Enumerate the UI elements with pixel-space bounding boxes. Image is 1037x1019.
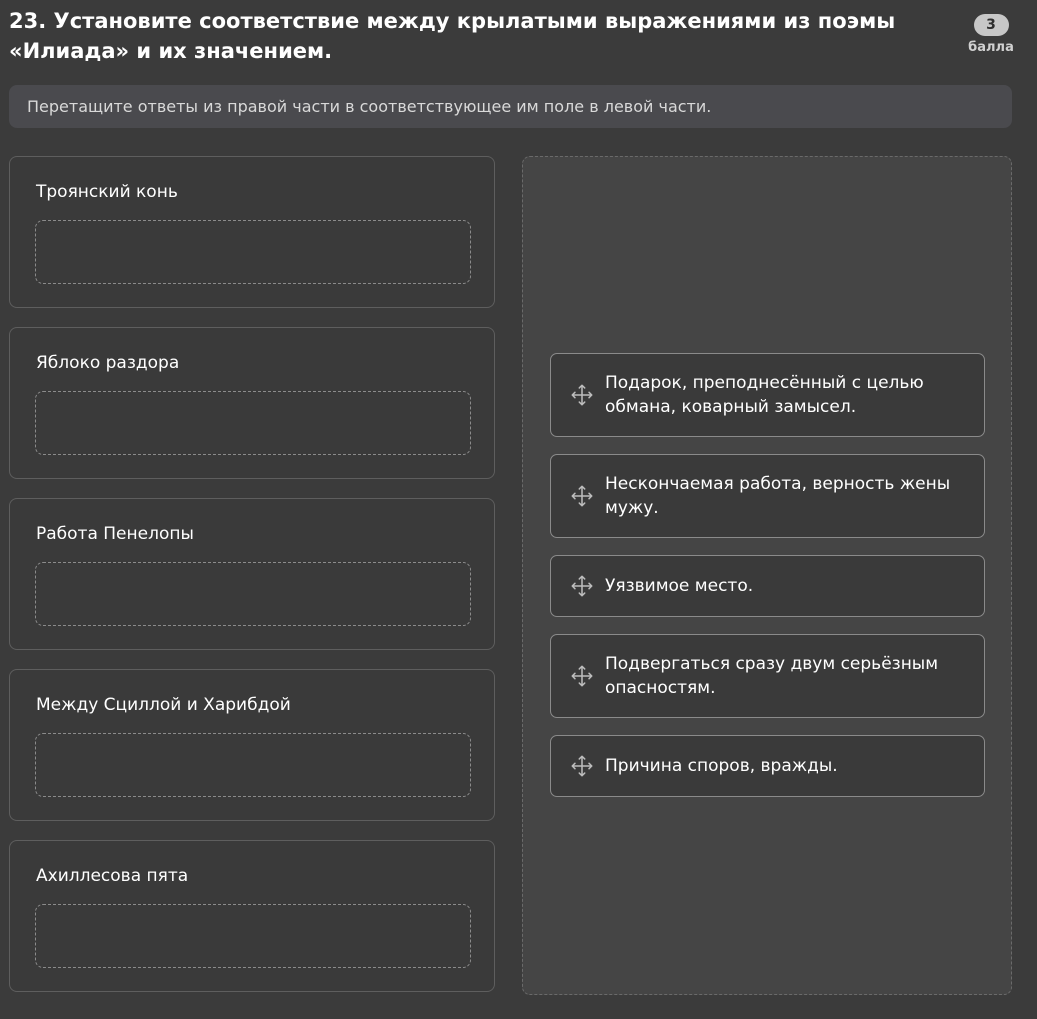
answer-draggable[interactable]: Уязвимое место. <box>550 555 985 617</box>
term-card: Между Сциллой и Харибдой <box>9 669 495 821</box>
drag-move-icon <box>571 384 593 406</box>
instruction-banner: Перетащите ответы из правой части в соот… <box>9 85 1012 128</box>
answer-text: Подвергаться сразу двум серьёзным опасно… <box>605 654 939 698</box>
term-card: Ахиллесова пята <box>9 840 495 992</box>
page: 23. Установите соответствие между крылат… <box>0 0 1037 1019</box>
drop-zone[interactable] <box>35 733 471 797</box>
drag-move-icon <box>571 485 593 507</box>
answer-draggable[interactable]: Причина споров, вражды. <box>550 735 985 797</box>
term-label: Троянский конь <box>36 182 178 202</box>
answer-text: Нескончаемая работа, верность жены мужу. <box>605 474 951 518</box>
answers-pool[interactable]: Подарок, преподнесённый с целью обмана, … <box>522 156 1012 995</box>
score-unit: балла <box>968 40 1014 55</box>
drag-move-icon <box>571 665 593 687</box>
answer-text: Уязвимое место. <box>605 576 754 596</box>
answer-text: Подарок, преподнесённый с целью обмана, … <box>605 373 924 417</box>
term-label: Ахиллесова пята <box>36 866 189 886</box>
question-title: 23. Установите соответствие между крылат… <box>9 9 896 63</box>
drop-zone[interactable] <box>35 904 471 968</box>
term-card: Яблоко раздора <box>9 327 495 479</box>
answer-draggable[interactable]: Подвергаться сразу двум серьёзным опасно… <box>550 634 985 718</box>
answer-draggable[interactable]: Нескончаемая работа, верность жены мужу. <box>550 454 985 538</box>
score-badge: 3 балла <box>968 14 1014 55</box>
drop-zone[interactable] <box>35 220 471 284</box>
drop-zone[interactable] <box>35 562 471 626</box>
drag-move-icon <box>571 755 593 777</box>
term-label: Работа Пенелопы <box>36 524 194 544</box>
drag-move-icon <box>571 575 593 597</box>
score-value: 3 <box>973 14 1009 36</box>
answer-draggable[interactable]: Подарок, преподнесённый с целью обмана, … <box>550 353 985 437</box>
answer-text: Причина споров, вражды. <box>605 756 838 776</box>
term-label: Между Сциллой и Харибдой <box>36 695 291 715</box>
term-card: Троянский конь <box>9 156 495 308</box>
drop-zone[interactable] <box>35 391 471 455</box>
term-card: Работа Пенелопы <box>9 498 495 650</box>
term-label: Яблоко раздора <box>36 353 180 373</box>
